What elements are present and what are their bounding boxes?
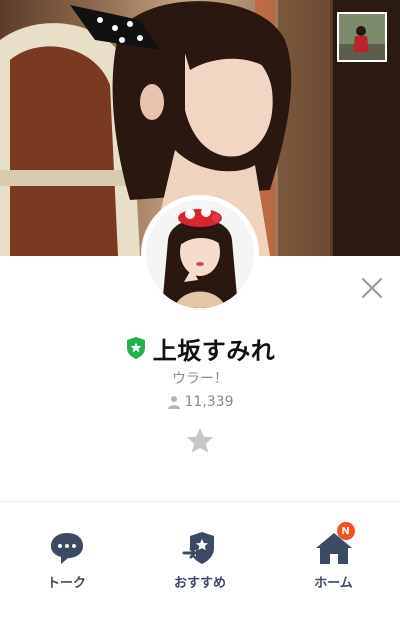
recommend-label: おすすめ [173,576,226,591]
status-message: ウラー！ [172,371,228,387]
talk-label: トーク [46,576,86,591]
home-icon: N [314,522,355,566]
avatar[interactable] [146,200,254,308]
profile-name-row: 上坂すみれ [0,330,400,366]
profile-name: 上坂すみれ [152,336,276,365]
profile-actions: トーク おすすめ N ホーム [0,502,400,617]
close-icon [362,278,382,298]
person-icon [167,396,180,409]
avatar-illustration [146,200,254,308]
shield-star-icon [126,337,145,359]
close-button[interactable] [360,276,384,300]
chat-bubble-icon [47,530,87,566]
followers-count-value: 11,339 [184,394,234,410]
favorite-button[interactable] [185,426,215,456]
home-label: ホーム [314,576,353,591]
cover-thumbnail[interactable] [337,12,387,62]
talk-button[interactable]: トーク [0,502,133,617]
star-icon [187,428,213,453]
share-star-icon [180,530,220,566]
new-badge: N [336,522,355,540]
followers-count: 11,339 [0,392,400,412]
thumbnail-illustration [339,14,385,60]
home-button[interactable]: N ホーム [267,502,400,617]
recommend-button[interactable]: おすすめ [134,502,267,617]
